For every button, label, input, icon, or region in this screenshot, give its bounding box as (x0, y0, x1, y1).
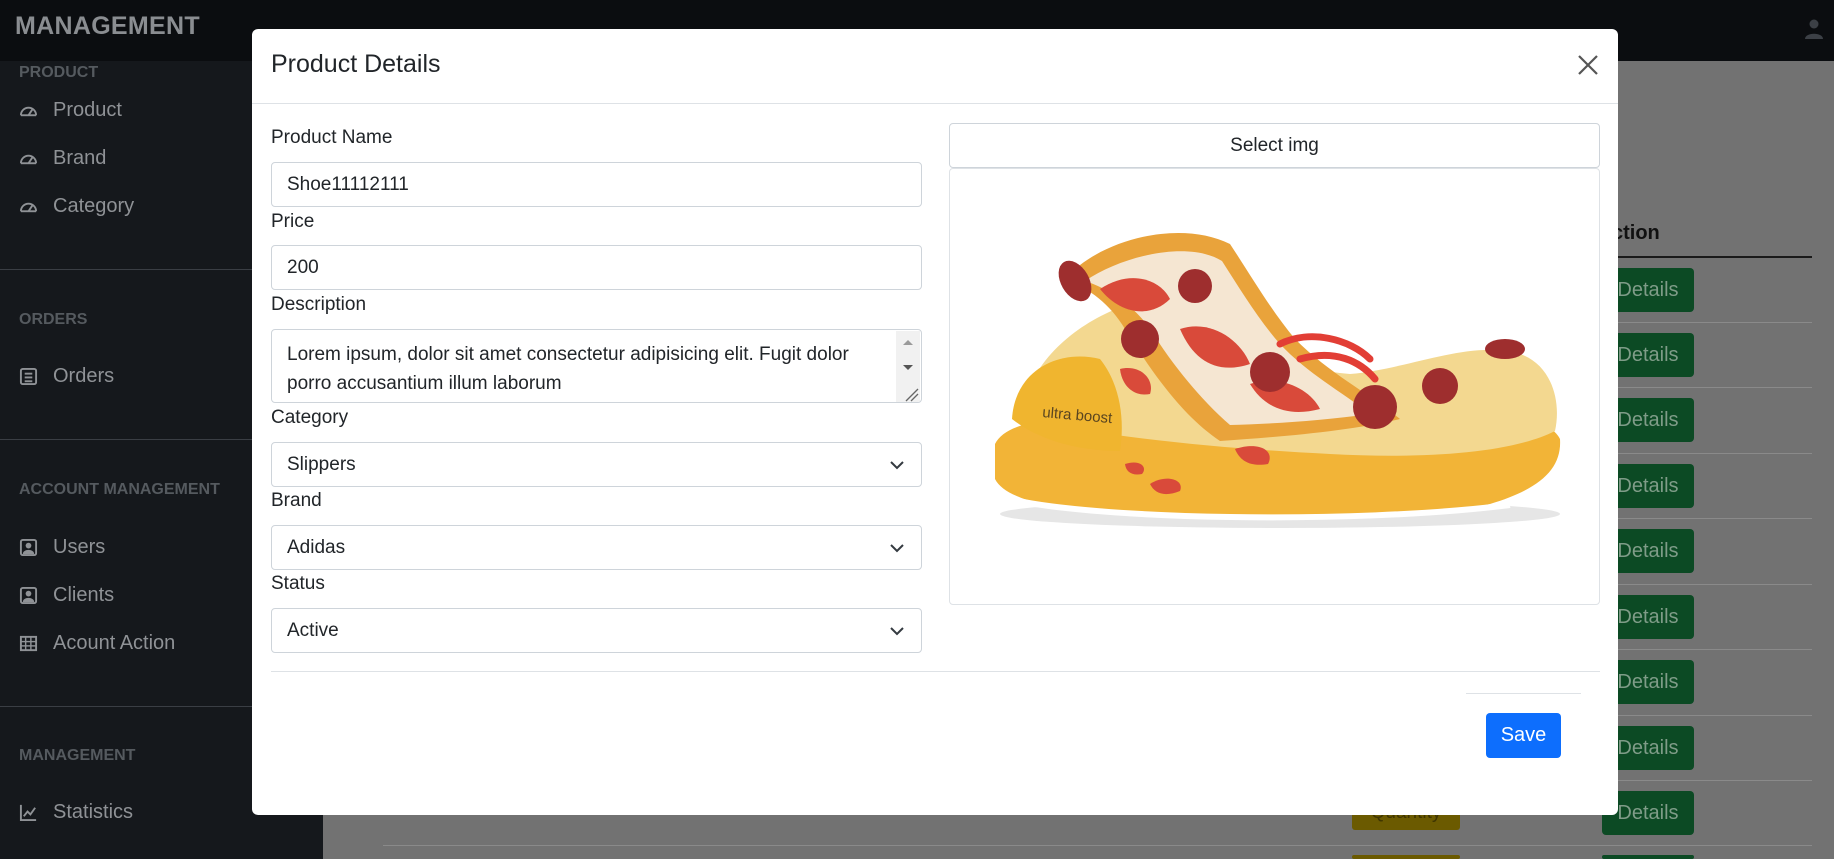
sidebar-item-label: Acount Action (53, 631, 176, 654)
sidebar-item-orders[interactable]: Orders (19, 361, 114, 391)
sidebar-item-label: Clients (53, 583, 115, 606)
table-row-border (1600, 453, 1812, 454)
brand-select[interactable]: Adidas (271, 525, 922, 570)
sidebar-item-label: Product (53, 98, 122, 121)
description-text: Lorem ipsum, dolor sit amet consectetur … (287, 344, 849, 394)
chevron-down-icon (890, 627, 904, 636)
modal-header: Product Details (252, 29, 1618, 104)
price-label: Price (271, 211, 315, 232)
sidebar-item-label: Brand (53, 146, 107, 169)
details-button[interactable] (1602, 855, 1694, 859)
chevron-down-icon (890, 544, 904, 553)
sidebar-divider (0, 439, 252, 440)
table-row-border (1600, 584, 1812, 585)
sidebar-item-clients[interactable]: Clients (19, 580, 114, 610)
sidebar-item-acount-action[interactable]: Acount Action (19, 628, 175, 658)
status-select[interactable]: Active (271, 608, 922, 653)
resize-handle-icon[interactable] (896, 379, 920, 403)
table-row-border (1600, 715, 1812, 716)
app-title[interactable]: MANAGEMENT (15, 12, 200, 41)
table-row-border (1600, 649, 1812, 650)
textarea-scrollbar[interactable] (896, 331, 920, 403)
modal-footer-divider (271, 671, 1600, 672)
sidebar-item-label: Orders (53, 364, 115, 387)
status-label: Status (271, 573, 325, 594)
section-heading-account-management: ACCOUNT MANAGEMENT (19, 481, 220, 498)
quantity-badge (1352, 855, 1460, 859)
price-input[interactable]: 200 (271, 245, 922, 290)
product-details-modal: Product Details Product Name Shoe1111211… (252, 29, 1618, 815)
sidebar-item-label: Users (53, 535, 106, 558)
footer-separator (1466, 693, 1581, 694)
list-icon (19, 367, 38, 385)
dashboard-icon (19, 154, 38, 164)
modal-title: Product Details (271, 50, 441, 78)
table-row-border (1600, 780, 1812, 781)
sidebar-item-statistics[interactable]: Statistics (19, 797, 133, 827)
sidebar-item-category[interactable]: Category (19, 191, 134, 221)
product-name-input[interactable]: Shoe11112111 (271, 162, 922, 207)
sidebar-item-product[interactable]: Product (19, 95, 122, 125)
sidebar-item-users[interactable]: Users (19, 532, 105, 562)
dashboard-icon (19, 202, 38, 212)
status-selected-value: Active (287, 619, 339, 641)
table-row-border (1600, 322, 1812, 323)
section-heading-product: PRODUCT (19, 64, 99, 81)
section-heading-management: MANAGEMENT (19, 747, 136, 764)
sidebar-item-label: Statistics (53, 800, 134, 823)
description-label: Description (271, 294, 367, 315)
product-image: ultra boost (995, 232, 1561, 528)
scroll-up-icon[interactable] (896, 331, 920, 355)
table-header-border (1600, 256, 1812, 258)
chevron-down-icon (890, 461, 904, 470)
sidebar-divider (0, 706, 252, 707)
brand-selected-value: Adidas (287, 536, 346, 558)
category-select[interactable]: Slippers (271, 442, 922, 487)
table-row-border (383, 845, 1812, 846)
description-textarea[interactable]: Lorem ipsum, dolor sit amet consectetur … (271, 329, 922, 403)
table-row-border (1600, 518, 1812, 519)
sidebar-divider (0, 269, 252, 270)
category-label: Category (271, 407, 349, 428)
close-icon (1578, 55, 1598, 75)
user-icon[interactable] (1804, 18, 1824, 40)
scroll-down-icon[interactable] (896, 355, 920, 379)
product-image-preview: ultra boost (949, 168, 1600, 605)
section-heading-orders: ORDERS (19, 311, 88, 328)
brand-label: Brand (271, 490, 322, 511)
close-button[interactable] (1575, 52, 1601, 78)
product-name-label: Product Name (271, 127, 393, 148)
category-selected-value: Slippers (287, 453, 356, 475)
dashboard-icon (19, 106, 38, 116)
sidebar-item-label: Category (53, 194, 135, 217)
chart-icon (19, 804, 37, 821)
table-icon (19, 635, 38, 651)
table-row-border (1600, 387, 1812, 388)
select-image-button[interactable]: Select img (949, 123, 1600, 168)
person-icon (19, 538, 38, 556)
table-header-action: ction (1612, 222, 1660, 244)
person-icon (19, 586, 38, 604)
save-button[interactable]: Save (1486, 713, 1561, 758)
sidebar-item-brand[interactable]: Brand (19, 143, 106, 173)
